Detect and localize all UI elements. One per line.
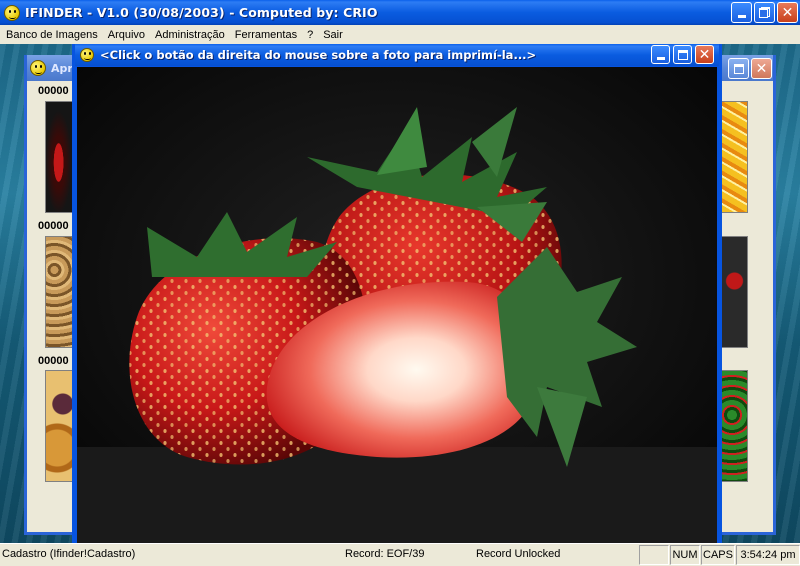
strawberries-illustration [77,67,717,543]
menu-ferramentas[interactable]: Ferramentas [230,29,302,41]
close-icon: ✕ [781,4,794,21]
status-lock: Record Unlocked [476,548,561,560]
menu-administracao[interactable]: Administração [150,29,230,41]
status-bar: Cadastro (Ifinder!Cadastro) Record: EOF/… [0,543,800,566]
minimize-icon [656,57,665,60]
menu-bar: Banco de Imagens Arquivo Administração F… [0,25,800,44]
thumbnail-image[interactable] [45,370,75,482]
photo-viewer-title: <Click o botão da direita do mouse sobre… [100,48,537,62]
thumbnail-image[interactable] [45,101,75,213]
status-num: NUM [670,545,700,565]
close-button[interactable]: ✕ [777,2,798,23]
status-record: Record: EOF/39 [345,548,425,560]
photo-close-button[interactable]: ✕ [695,45,714,64]
strawberries-photo[interactable] [77,67,717,543]
photo-viewer-title-bar[interactable]: <Click o botão da direita do mouse sobre… [75,44,719,66]
app-title: IFINDER - V1.0 (30/08/2003) - Computed b… [25,5,378,20]
status-blank-panel [639,545,669,565]
thumbnail-label: 00000 [38,85,69,97]
thumbnail-label: 00000 [38,220,69,232]
thumbnail-label: 00000 [38,355,69,367]
status-form: Cadastro (Ifinder!Cadastro) [2,548,136,560]
minimize-icon [737,15,746,18]
restore-icon [759,7,770,18]
image-browser-title: Apr [51,61,73,75]
photo-minimize-button[interactable] [651,45,670,64]
photo-maximize-button[interactable] [673,45,692,64]
thumbnail-image[interactable] [721,101,748,213]
thumbnail-image[interactable] [721,370,748,482]
restore-button[interactable] [754,2,775,23]
menu-banco-de-imagens[interactable]: Banco de Imagens [1,29,103,41]
bg-maximize-button[interactable] [728,58,749,79]
photo-viewer-window[interactable]: <Click o botão da direita do mouse sobre… [72,44,722,543]
thumbnail-image[interactable] [721,236,748,348]
maximize-icon [677,49,688,60]
bg-close-button[interactable]: ✕ [751,58,772,79]
close-icon: ✕ [698,46,711,63]
close-icon: ✕ [755,60,768,77]
menu-help[interactable]: ? [302,29,318,41]
status-caps: CAPS [701,545,735,565]
thumbnail-image[interactable] [45,236,75,348]
smiley-window-icon[interactable] [30,60,46,76]
mdi-workspace: Apr ✕ 00000 00000 00000 <Click o botão d… [0,44,800,543]
status-time: 3:54:24 pm [736,545,800,565]
maximize-icon [733,63,744,74]
smiley-app-icon[interactable] [4,4,20,21]
smiley-window-icon[interactable] [80,48,94,62]
menu-sair[interactable]: Sair [318,29,348,41]
minimize-button[interactable] [731,2,752,23]
app-title-bar[interactable]: IFINDER - V1.0 (30/08/2003) - Computed b… [0,0,800,25]
menu-arquivo[interactable]: Arquivo [103,29,150,41]
